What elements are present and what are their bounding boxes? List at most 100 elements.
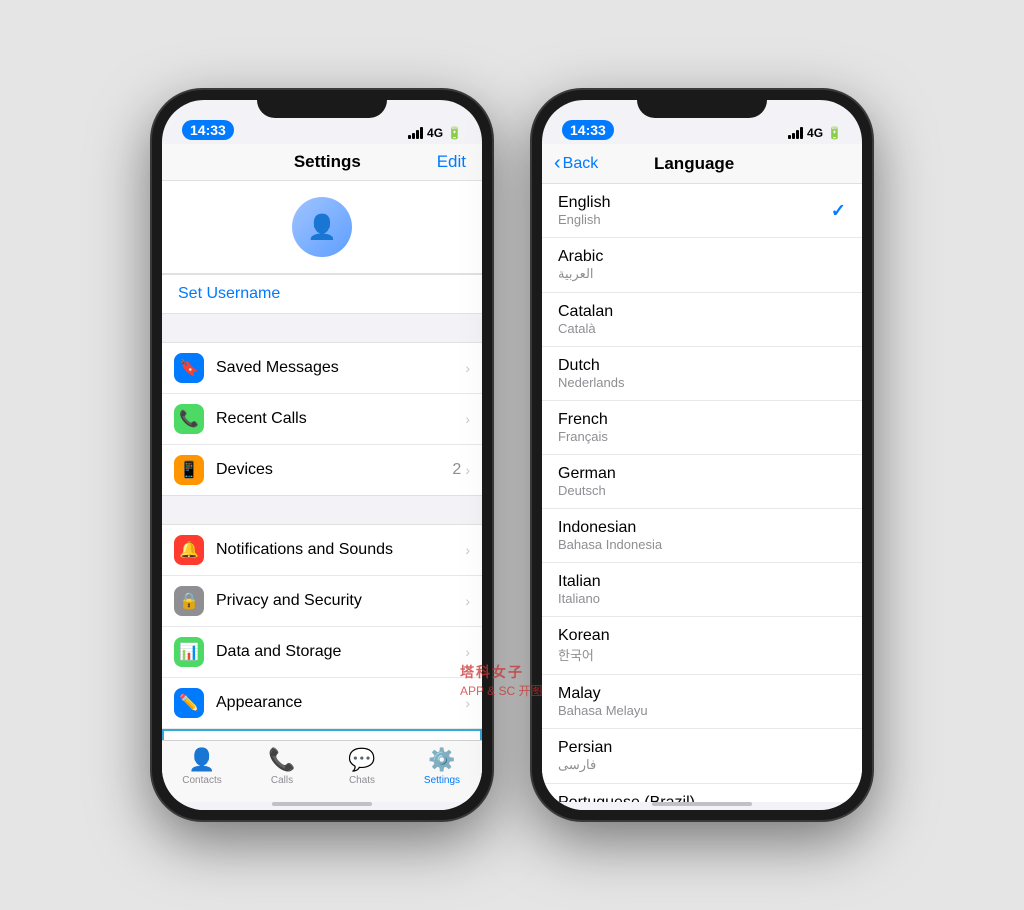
- lang-native-italian: Italiano: [558, 591, 846, 606]
- lang-native-english: English: [558, 212, 846, 227]
- lang-name-portuguese-brazil: Portuguese (Brazil): [558, 794, 846, 802]
- lang-name-indonesian: Indonesian: [558, 519, 846, 537]
- lang-item-persian[interactable]: Persian فارسی: [542, 729, 862, 784]
- lang-name-german: German: [558, 465, 846, 483]
- home-bar: [272, 802, 372, 806]
- lang-name-arabic: Arabic: [558, 248, 846, 266]
- saved-messages-item[interactable]: 🔖 Saved Messages ›: [162, 343, 482, 394]
- back-button[interactable]: ‹ Back: [554, 152, 598, 175]
- chevron-icon: ›: [465, 411, 470, 427]
- back-label: Back: [563, 155, 599, 173]
- settings-group-2: 🔔 Notifications and Sounds › 🔒 Privacy a…: [162, 524, 482, 740]
- chevron-icon: ›: [465, 542, 470, 558]
- lang-native-german: Deutsch: [558, 483, 846, 498]
- lang-name-persian: Persian: [558, 739, 846, 757]
- chevron-icon: ›: [465, 644, 470, 660]
- lang-item-catalan[interactable]: Catalan Català: [542, 293, 862, 347]
- chats-icon: 💬: [348, 747, 375, 773]
- signal-icon: [408, 127, 423, 139]
- devices-item[interactable]: 📱 Devices 2 ›: [162, 445, 482, 495]
- data-label: Data and Storage: [216, 643, 465, 661]
- language-list: English English ✓ Arabic العربية Catalan…: [542, 184, 862, 802]
- back-chevron-icon: ‹: [554, 152, 561, 175]
- notifications-item[interactable]: 🔔 Notifications and Sounds ›: [162, 525, 482, 576]
- settings-icon: ⚙️: [428, 747, 455, 773]
- lang-item-arabic[interactable]: Arabic العربية: [542, 238, 862, 293]
- lang-name-english: English: [558, 194, 846, 212]
- tab-settings[interactable]: ⚙️ Settings: [402, 747, 482, 786]
- status-time-2: 14:33: [562, 120, 614, 140]
- saved-messages-icon: 🔖: [174, 353, 204, 383]
- lang-item-german[interactable]: German Deutsch: [542, 455, 862, 509]
- lang-item-french[interactable]: French Français: [542, 401, 862, 455]
- lang-native-dutch: Nederlands: [558, 375, 846, 390]
- battery-icon: 🔋: [447, 126, 462, 140]
- lang-native-arabic: العربية: [558, 266, 846, 282]
- notifications-label: Notifications and Sounds: [216, 541, 465, 559]
- home-indicator: [162, 802, 482, 810]
- tab-contacts[interactable]: 👤 Contacts: [162, 747, 242, 786]
- lang-item-malay[interactable]: Malay Bahasa Melayu: [542, 675, 862, 729]
- lang-native-korean: 한국어: [558, 645, 846, 664]
- privacy-item[interactable]: 🔒 Privacy and Security ›: [162, 576, 482, 627]
- lang-item-italian[interactable]: Italian Italiano: [542, 563, 862, 617]
- lang-item-indonesian[interactable]: Indonesian Bahasa Indonesia: [542, 509, 862, 563]
- language-nav-bar: ‹ Back Language: [542, 144, 862, 184]
- tab-calls[interactable]: 📞 Calls: [242, 747, 322, 786]
- language-screen-title: Language: [598, 154, 790, 174]
- devices-icon: 📱: [174, 455, 204, 485]
- recent-calls-item[interactable]: 📞 Recent Calls ›: [162, 394, 482, 445]
- status-time: 14:33: [182, 120, 234, 140]
- settings-group-1: 🔖 Saved Messages › 📞 Recent Calls › 📱 De…: [162, 342, 482, 496]
- tab-bar: 👤 Contacts 📞 Calls 💬 Chats ⚙️ Settings: [162, 740, 482, 802]
- saved-messages-label: Saved Messages: [216, 359, 465, 377]
- contacts-icon: 👤: [188, 747, 215, 773]
- lang-name-italian: Italian: [558, 573, 846, 591]
- lang-native-catalan: Català: [558, 321, 846, 336]
- status-icons-2: 4G 🔋: [788, 126, 842, 140]
- set-username-link[interactable]: Set Username: [178, 285, 280, 302]
- recent-calls-label: Recent Calls: [216, 410, 465, 428]
- battery-icon-2: 🔋: [827, 126, 842, 140]
- lang-name-dutch: Dutch: [558, 357, 846, 375]
- privacy-icon: 🔒: [174, 586, 204, 616]
- lang-item-portuguese-brazil[interactable]: Portuguese (Brazil) Português (Brasil): [542, 784, 862, 802]
- contacts-label: Contacts: [182, 775, 221, 786]
- home-bar-2: [652, 802, 752, 806]
- data-icon: 📊: [174, 637, 204, 667]
- phone-language: 14:33 4G 🔋 ‹ Back Language: [532, 90, 872, 820]
- chevron-icon: ›: [465, 695, 470, 711]
- devices-label: Devices: [216, 461, 452, 479]
- tab-chats[interactable]: 💬 Chats: [322, 747, 402, 786]
- appearance-item[interactable]: ✏️ Appearance ›: [162, 678, 482, 729]
- home-indicator-2: [542, 802, 862, 810]
- signal-icon-2: [788, 127, 803, 139]
- network-label: 4G: [427, 126, 443, 140]
- lang-name-korean: Korean: [558, 627, 846, 645]
- lang-name-malay: Malay: [558, 685, 846, 703]
- notch: [637, 90, 767, 118]
- chevron-icon: ›: [465, 360, 470, 376]
- settings-label: Settings: [424, 775, 460, 786]
- lang-name-french: French: [558, 411, 846, 429]
- network-label-2: 4G: [807, 126, 823, 140]
- chats-label: Chats: [349, 775, 375, 786]
- lang-item-english[interactable]: English English ✓: [542, 184, 862, 238]
- language-item[interactable]: 🌐 Language English ›: [162, 729, 482, 740]
- privacy-label: Privacy and Security: [216, 592, 465, 610]
- data-item[interactable]: 📊 Data and Storage ›: [162, 627, 482, 678]
- lang-item-dutch[interactable]: Dutch Nederlands: [542, 347, 862, 401]
- calls-label: Calls: [271, 775, 293, 786]
- edit-button[interactable]: Edit: [437, 152, 466, 172]
- appearance-label: Appearance: [216, 694, 465, 712]
- avatar-area: 👤: [162, 181, 482, 274]
- calls-icon: 📞: [268, 747, 295, 773]
- lang-native-persian: فارسی: [558, 757, 846, 773]
- status-icons: 4G 🔋: [408, 126, 462, 140]
- avatar: 👤: [292, 197, 352, 257]
- username-section[interactable]: Set Username: [162, 274, 482, 314]
- settings-title: Settings: [294, 152, 361, 172]
- devices-value: 2: [452, 461, 461, 479]
- appearance-icon: ✏️: [174, 688, 204, 718]
- lang-item-korean[interactable]: Korean 한국어: [542, 617, 862, 675]
